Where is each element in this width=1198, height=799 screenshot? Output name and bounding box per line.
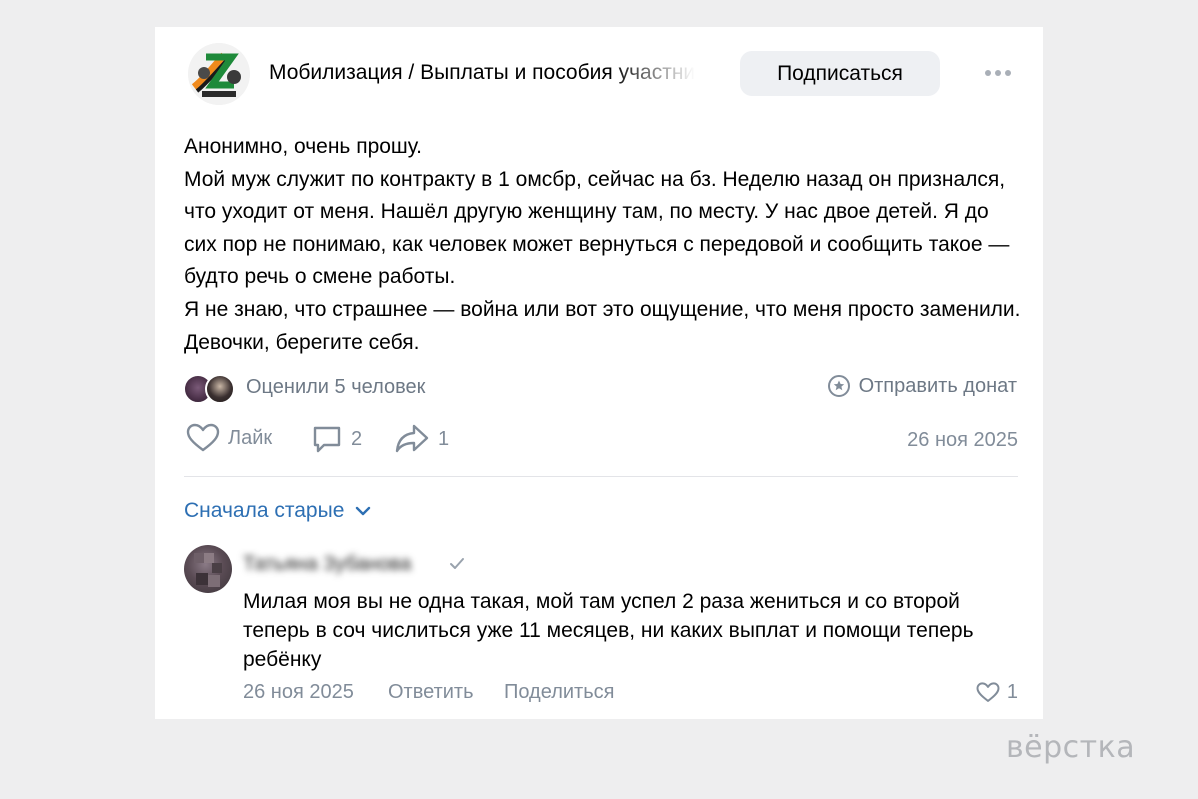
comment-text: Милая моя вы не одна такая, мой там успе… — [243, 590, 974, 671]
comment-like-button[interactable]: 1 — [976, 681, 1018, 704]
post-text: Анонимно, очень прошу. Мой муж служит по… — [184, 131, 1024, 359]
heart-icon — [186, 423, 220, 452]
donate-button[interactable]: Отправить донат — [827, 374, 1017, 398]
sort-label: Сначала старые — [184, 499, 345, 522]
comments-count: 2 — [351, 427, 363, 450]
post-header: Мобилизация / Выплаты и пособия участник… — [155, 27, 1043, 127]
share-comment-button[interactable]: Поделиться — [504, 681, 614, 704]
watermark-logo: вёрстка — [1006, 730, 1136, 765]
avatar-pixelated-icon — [194, 553, 222, 587]
reply-button[interactable]: Ответить — [388, 681, 474, 704]
post-actions: Лайк 2 1 26 ноя 2025 — [184, 421, 1018, 461]
group-avatar[interactable] — [188, 43, 250, 105]
comments-sort-dropdown[interactable]: Сначала старые — [184, 499, 372, 523]
donate-star-icon — [827, 375, 850, 397]
group-name[interactable]: Мобилизация / Выплаты и пособия участник… — [269, 61, 695, 85]
post-date[interactable]: 26 ноя 2025 — [907, 429, 1018, 452]
z-logo-icon — [188, 43, 250, 105]
comment-icon — [313, 426, 341, 453]
liker-avatar[interactable] — [205, 374, 235, 404]
more-options-icon[interactable] — [981, 63, 1015, 83]
shares-count: 1 — [438, 427, 450, 450]
verified-check-icon — [450, 558, 464, 569]
chevron-down-icon — [356, 506, 371, 516]
like-label: Лайк — [228, 426, 273, 449]
heart-icon — [976, 682, 1000, 702]
share-button[interactable]: 1 — [394, 423, 449, 455]
comment-likes-count: 1 — [1006, 681, 1018, 703]
comment-author-name[interactable]: Татьяна Зубанова — [243, 553, 411, 576]
divider — [184, 476, 1018, 477]
comment-button[interactable]: 2 — [311, 423, 362, 455]
post-paragraph: Мой муж служит по контракту в 1 омсбр, с… — [184, 167, 1010, 289]
post-paragraph: Анонимно, очень прошу. — [184, 135, 423, 158]
comment-meta: 26 ноя 2025 Ответить Поделиться 1 — [243, 681, 1018, 707]
post-paragraph: Я не знаю, что страшнее — война или вот … — [184, 297, 1021, 354]
comment-date[interactable]: 26 ноя 2025 — [243, 681, 354, 704]
share-arrow-icon — [395, 424, 429, 453]
donate-label: Отправить донат — [858, 374, 1017, 397]
comment-author-avatar[interactable] — [184, 545, 232, 593]
liked-by-label[interactable]: Оценили 5 человек — [246, 376, 425, 399]
post-card: Мобилизация / Выплаты и пособия участник… — [155, 27, 1043, 719]
like-button[interactable]: Лайк — [186, 423, 272, 453]
subscribe-button[interactable]: Подписаться — [740, 51, 940, 96]
likers-row: Оценили 5 человек Отправить донат — [183, 371, 1017, 404]
